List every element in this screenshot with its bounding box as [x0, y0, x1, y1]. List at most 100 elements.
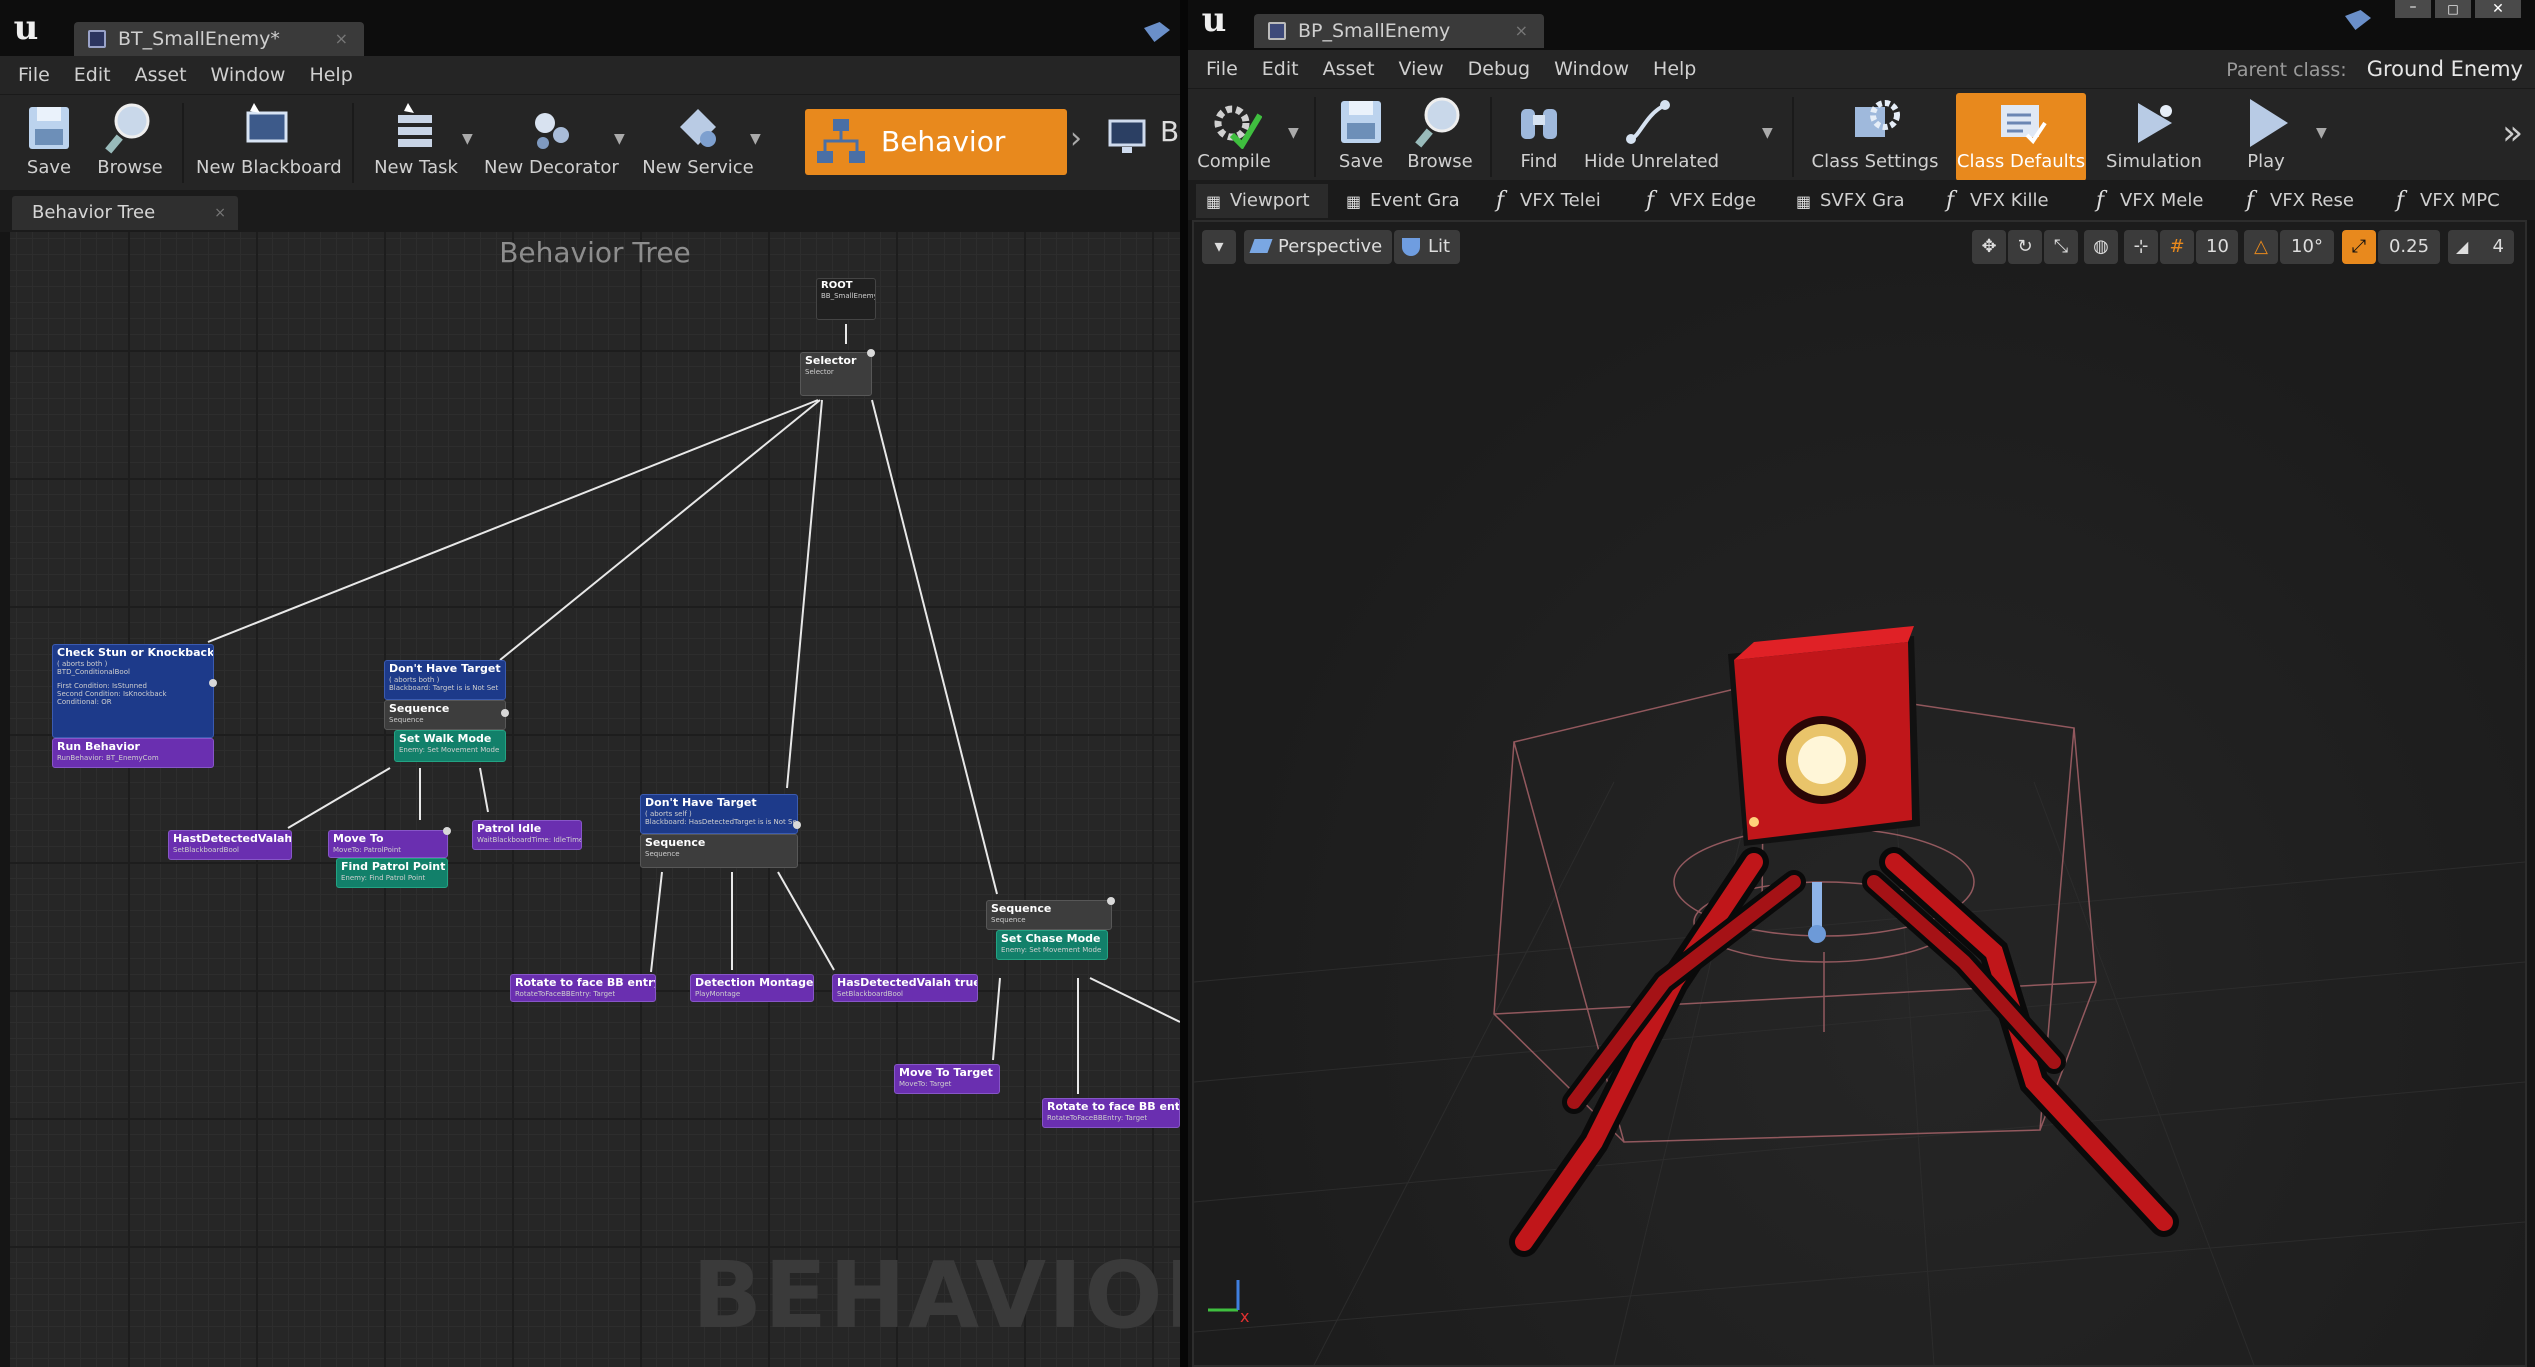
asset-tab-bp-smallenemy[interactable]: BP_SmallEnemy ×	[1254, 14, 1544, 48]
tab-behavior-tree[interactable]: Behavior Tree ×	[12, 196, 238, 230]
sequence-3-pin[interactable]	[1107, 897, 1115, 905]
parent-class-value[interactable]: Ground Enemy	[2367, 57, 2523, 81]
selector-pin[interactable]	[867, 349, 875, 357]
sequence-2-node[interactable]: Sequence Sequence	[640, 821, 801, 868]
run-behavior-task-node[interactable]: Run Behavior RunBehavior: BT_EnemyCom	[52, 679, 217, 768]
menu-window[interactable]: Window	[199, 56, 298, 94]
scale-tool-icon[interactable]: ⤡	[2044, 230, 2078, 264]
patrol-idle-task-node[interactable]: Patrol Idle WaitBlackboardTime: IdleTime	[472, 820, 582, 850]
tab-svfx-graph[interactable]: ▦ SVFX Gra	[1786, 184, 1926, 218]
close-tab-icon[interactable]: ×	[1515, 14, 1528, 48]
menu-window[interactable]: Window	[1542, 50, 1641, 88]
rotation-snap-value[interactable]: 10°	[2280, 230, 2334, 264]
new-service-button[interactable]: New Service	[636, 99, 760, 187]
blackboard-mode-button[interactable]	[1108, 117, 1148, 157]
menu-file[interactable]: File	[1194, 50, 1250, 88]
has-detected-valah-task-node[interactable]: HastDetectedValah SetBlackboardBool	[168, 830, 292, 860]
hide-unrelated-dropdown-icon[interactable]: ▼	[1762, 125, 1773, 141]
maximize-button[interactable]: □	[2435, 0, 2471, 18]
scale-snap-value[interactable]: 0.25	[2378, 230, 2440, 264]
tab-event-graph[interactable]: ▦ Event Gra	[1336, 184, 1476, 218]
tab-vfx-mpc[interactable]: f VFX MPC	[2386, 184, 2526, 218]
check-stun-decorator-node[interactable]: Check Stun or Knockback ( aborts both ) …	[52, 644, 214, 738]
tab-viewport[interactable]: ▦ Viewport	[1196, 184, 1328, 218]
move-to-task-node[interactable]: Move To MoveTo: PatrolPoint	[328, 827, 451, 858]
class-defaults-button[interactable]: Class Defaults	[1956, 93, 2086, 181]
dont-have-target-2-decorator-node[interactable]: Don't Have Target ( aborts self ) Blackb…	[640, 794, 798, 834]
menu-debug[interactable]: Debug	[1456, 50, 1542, 88]
new-task-dropdown-icon[interactable]: ▼	[462, 131, 473, 147]
close-window-button[interactable]: ✕	[2475, 0, 2521, 18]
tab-vfx-edge[interactable]: f VFX Edge	[1636, 184, 1776, 218]
menu-help[interactable]: Help	[1641, 50, 1708, 88]
surface-snap-icon[interactable]: ⊹	[2124, 230, 2158, 264]
new-decorator-dropdown-icon[interactable]: ▼	[614, 131, 625, 147]
hide-unrelated-button[interactable]: Hide Unrelated	[1584, 93, 1719, 181]
sequence-node[interactable]: Sequence Sequence	[384, 700, 509, 730]
asset-tab-bt-smallenemy[interactable]: BT_SmallEnemy* ×	[74, 22, 364, 56]
tab-vfx-teleport[interactable]: f VFX Telei	[1486, 184, 1626, 218]
find-patrol-point-service-node[interactable]: Find Patrol Point Enemy: Find Patrol Poi…	[336, 858, 448, 888]
sequence-3-node[interactable]: Sequence Sequence	[986, 897, 1115, 930]
source-control-icon[interactable]	[1144, 22, 1170, 42]
simulation-button[interactable]: Simulation	[2094, 93, 2214, 181]
lit-mode-button[interactable]: Lit	[1394, 230, 1461, 264]
world-local-icon[interactable]: ◍	[2084, 230, 2118, 264]
minimize-button[interactable]: –	[2395, 0, 2431, 18]
sequence-pin[interactable]	[501, 709, 509, 717]
close-tab-icon[interactable]: ×	[335, 22, 348, 56]
new-service-dropdown-icon[interactable]: ▼	[750, 131, 761, 147]
selector-node[interactable]: Selector Selector	[800, 349, 875, 396]
grid-snap-icon[interactable]: #	[2160, 230, 2194, 264]
play-dropdown-icon[interactable]: ▼	[2316, 125, 2327, 141]
find-button[interactable]: Find	[1504, 93, 1574, 181]
browse-button[interactable]: Browse	[1400, 93, 1480, 181]
new-decorator-button[interactable]: New Decorator	[484, 99, 619, 187]
menu-file[interactable]: File	[6, 56, 62, 94]
rotate-to-face-task-node[interactable]: Rotate to face BB entry RotateToFaceBBEn…	[510, 974, 656, 1002]
grid-snap-value[interactable]: 10	[2196, 230, 2238, 264]
tab-vfx-killed[interactable]: f VFX Kille	[1936, 184, 2076, 218]
menu-edit[interactable]: Edit	[62, 56, 123, 94]
rotate-tool-icon[interactable]: ↻	[2008, 230, 2042, 264]
detection-montage-task-node[interactable]: Detection Montage PlayMontage	[690, 974, 814, 1002]
translate-tool-icon[interactable]: ✥	[1972, 230, 2006, 264]
menu-edit[interactable]: Edit	[1250, 50, 1311, 88]
save-button[interactable]: Save	[1326, 93, 1396, 181]
menu-asset[interactable]: Asset	[123, 56, 199, 94]
save-button[interactable]: Save	[14, 99, 84, 187]
close-tab-icon[interactable]: ×	[214, 196, 226, 230]
set-chase-mode-service-node[interactable]: Set Chase Mode Enemy: Set Movement Mode	[996, 930, 1108, 960]
sequence-2-pin[interactable]	[793, 821, 801, 829]
has-detected-valah-true-task-node[interactable]: HasDetectedValah true SetBlackboardBool	[832, 974, 978, 1002]
menu-view[interactable]: View	[1387, 50, 1456, 88]
root-node[interactable]: ROOT BB_SmallEnemy	[816, 278, 876, 320]
move-to-target-task-node[interactable]: Move To Target MoveTo: Target	[894, 1064, 1000, 1094]
play-button[interactable]: Play	[2224, 93, 2308, 181]
new-task-button[interactable]: New Task	[366, 99, 466, 187]
scale-snap-icon[interactable]: ⤢	[2342, 230, 2376, 264]
compile-button[interactable]: Compile	[1194, 93, 1274, 181]
menu-asset[interactable]: Asset	[1311, 50, 1387, 88]
toolbar-overflow-icon[interactable]: »	[2502, 113, 2523, 153]
camera-speed-button[interactable]: ◢ 4	[2448, 230, 2514, 264]
source-control-icon[interactable]	[2345, 10, 2371, 30]
3d-viewport[interactable]: x ▾ Perspective Lit ✥ ↻ ⤡ ◍ ⊹ # 10 △ 10°…	[1192, 220, 2527, 1367]
behavior-tree-mode-button[interactable]: Behavior Tree	[805, 109, 1067, 224]
dont-have-target-decorator-node[interactable]: Don't Have Target ( aborts both ) Blackb…	[384, 660, 506, 700]
new-blackboard-button[interactable]: New Blackboard	[196, 99, 342, 187]
compile-dropdown-icon[interactable]: ▼	[1288, 125, 1299, 141]
rotate-to-face-2-task-node[interactable]: Rotate to face BB entry RotateToFaceBBEn…	[1042, 1098, 1180, 1128]
behavior-tree-graph[interactable]: Behavior Tree BEHAVIOR TI RO	[10, 232, 1180, 1367]
check-stun-pin[interactable]	[209, 679, 217, 687]
browse-button[interactable]: Browse	[90, 99, 170, 187]
viewport-options-dropdown[interactable]: ▾	[1202, 230, 1236, 264]
perspective-button[interactable]: Perspective	[1244, 230, 1393, 264]
rotation-snap-icon[interactable]: △	[2244, 230, 2278, 264]
class-settings-button[interactable]: Class Settings	[1810, 93, 1940, 181]
menu-help[interactable]: Help	[297, 56, 364, 94]
move-to-pin[interactable]	[443, 827, 451, 835]
set-walk-mode-service-node[interactable]: Set Walk Mode Enemy: Set Movement Mode	[394, 730, 506, 762]
tab-vfx-reset[interactable]: f VFX Rese	[2236, 184, 2376, 218]
tab-vfx-melee[interactable]: f VFX Mele	[2086, 184, 2226, 218]
